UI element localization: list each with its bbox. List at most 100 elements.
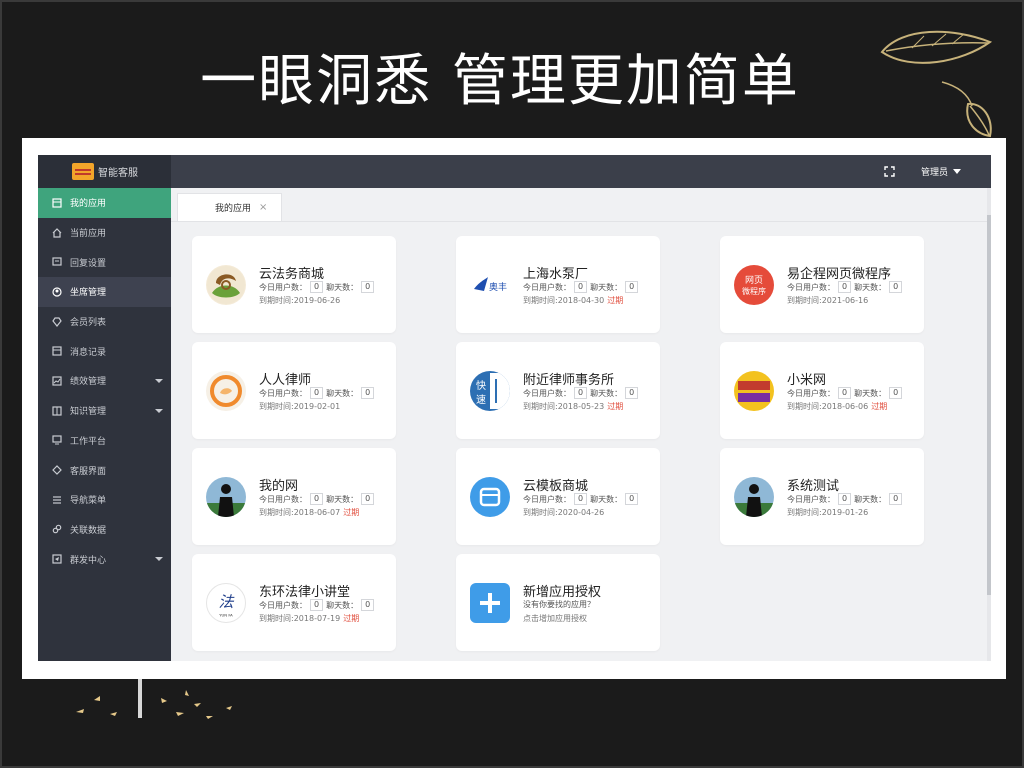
users-today-label: 今日用户数： <box>523 388 571 398</box>
app-expiry: 到期时间: 2019-06-26 <box>259 295 340 306</box>
chat-days-label: 聊天数： <box>326 282 359 292</box>
sidebar-item-seat-management[interactable]: 坐席管理 <box>38 277 171 307</box>
sidebar-item-my-apps[interactable]: 我的应用 <box>38 188 171 218</box>
expired-badge: 过期 <box>343 614 360 623</box>
grid-icon <box>51 197 62 208</box>
sidebar-item-knowledge[interactable]: 知识管理 <box>38 396 171 426</box>
app-card[interactable]: 小米网 今日用户数： 0 聊天数： 0 到期时间: 2018-06-06 过期 <box>720 342 924 439</box>
book-icon <box>51 405 62 416</box>
sidebar-item-reply-settings[interactable]: 回复设置 <box>38 247 171 277</box>
sidebar-item-label: 绩效管理 <box>70 377 107 388</box>
app-card[interactable]: 系统测试 今日用户数： 0 聊天数： 0 到期时间: 2019-01-26 <box>720 448 924 545</box>
app-card[interactable]: 奥丰 上海水泵厂 今日用户数： 0 聊天数： 0 到期时间: 2018-04-30 过期 <box>456 236 660 333</box>
expiry-date: 2019-02-01 <box>293 402 341 411</box>
app-card[interactable]: 法 YUN FA 东环法律小讲堂 今日用户数： 0 聊天数： 0 到期时间: 2018-… <box>192 554 396 651</box>
expired-badge: 过期 <box>607 296 624 305</box>
fawu-logo-icon <box>206 265 246 305</box>
chat-days-label: 聊天数： <box>590 494 623 504</box>
chat-days-value: 0 <box>361 387 375 399</box>
app-card[interactable]: 人人律师 今日用户数： 0 聊天数： 0 到期时间: 2019-02-01 <box>192 342 396 439</box>
aofeng-logo-icon: 奥丰 <box>470 265 510 305</box>
sidebar-item-label: 群发中心 <box>70 555 107 566</box>
add-app-link[interactable]: 点击增加应用授权 <box>523 613 587 624</box>
svg-text:网页: 网页 <box>745 275 763 286</box>
app-name: 东环法律小讲堂 <box>259 585 351 600</box>
sidebar-item-label: 客服界面 <box>70 466 107 477</box>
users-today-value: 0 <box>310 493 324 505</box>
chat-days-label: 聊天数： <box>326 600 359 610</box>
sidebar-item-related-data[interactable]: 关联数据 <box>38 515 171 545</box>
users-today-label: 今日用户数： <box>259 282 307 292</box>
app-card[interactable]: 云法务商城 今日用户数： 0 聊天数： 0 到期时间: 2019-06-26 <box>192 236 396 333</box>
monitor-icon <box>51 435 62 446</box>
sidebar-item-nav-menu[interactable]: 导航菜单 <box>38 485 171 515</box>
sidebar-item-label: 知识管理 <box>70 407 107 418</box>
sidebar-item-service-ui[interactable]: 客服界面 <box>38 455 171 485</box>
app-name: 云模板商城 <box>523 479 589 494</box>
app-stats: 今日用户数： 0 聊天数： 0 <box>523 493 641 505</box>
expiry-label: 到期时间: <box>259 296 294 305</box>
users-today-label: 今日用户数： <box>259 600 307 610</box>
app-window: 智能客服 我的应用 当前应用 回复设置 坐席管理 会员列表 消息记录 绩效管理 … <box>38 155 991 661</box>
chart-icon <box>51 375 62 386</box>
user-menu[interactable]: 管理员 <box>921 165 961 178</box>
chat-days-value: 0 <box>625 387 639 399</box>
yunfa-logo-icon: 法 YUN FA <box>206 583 246 623</box>
app-expiry: 到期时间: 2018-05-23 过期 <box>523 401 623 412</box>
sidebar-item-performance[interactable]: 绩效管理 <box>38 366 171 396</box>
sidebar-item-current-app[interactable]: 当前应用 <box>38 218 171 248</box>
headline: 一眼洞悉 管理更加简单 <box>200 49 800 114</box>
sidebar-item-label: 消息记录 <box>70 347 107 358</box>
leaf-decoration-icon <box>880 30 993 138</box>
fullscreen-icon[interactable] <box>884 166 895 177</box>
expiry-date: 2018-06-06 <box>821 402 869 411</box>
dandelion-decoration-icon <box>76 678 232 719</box>
users-today-label: 今日用户数： <box>787 494 835 504</box>
users-today-value: 0 <box>838 281 852 293</box>
expiry-label: 到期时间: <box>523 402 558 411</box>
expired-badge: 过期 <box>871 402 888 411</box>
brand-name: 智能客服 <box>98 168 138 179</box>
app-stats: 今日用户数： 0 聊天数： 0 <box>523 281 641 293</box>
sidebar-item-member-list[interactable]: 会员列表 <box>38 307 171 337</box>
message-icon <box>51 257 62 268</box>
chevron-down-icon <box>155 379 163 384</box>
close-icon[interactable]: × <box>259 202 267 213</box>
svg-text:奥丰: 奥丰 <box>489 281 507 293</box>
app-card[interactable]: 云模板商城 今日用户数： 0 聊天数： 0 到期时间: 2020-04-26 <box>456 448 660 545</box>
app-card[interactable]: 我的网 今日用户数： 0 聊天数： 0 到期时间: 2018-06-07 过期 <box>192 448 396 545</box>
chat-days-value: 0 <box>889 493 903 505</box>
app-card[interactable]: 网页 微程序 易企程网页微程序 今日用户数： 0 聊天数： 0 到期时间: 2021-0… <box>720 236 924 333</box>
chat-days-label: 聊天数： <box>854 494 887 504</box>
add-app-card[interactable]: 新增应用授权 没有你要找的应用？ 点击增加应用授权 <box>456 554 660 651</box>
sidebar-item-label: 回复设置 <box>70 258 107 269</box>
users-today-value: 0 <box>310 281 324 293</box>
app-name: 人人律师 <box>259 373 312 388</box>
app-stats: 今日用户数： 0 聊天数： 0 <box>787 281 905 293</box>
scrollbar-thumb[interactable] <box>987 215 991 595</box>
svg-text:法: 法 <box>218 593 235 611</box>
plus-icon <box>470 583 510 623</box>
sidebar-item-message-log[interactable]: 消息记录 <box>38 336 171 366</box>
users-today-label: 今日用户数： <box>523 494 571 504</box>
app-stats: 今日用户数： 0 聊天数： 0 <box>787 387 905 399</box>
template-icon <box>470 477 510 517</box>
svg-text:速: 速 <box>476 394 486 406</box>
app-card[interactable]: 快速 附近律师事务所 今日用户数： 0 聊天数： 0 到期时间: 2018-05-23… <box>456 342 660 439</box>
app-expiry: 到期时间: 2019-01-26 <box>787 507 868 518</box>
app-expiry: 到期时间: 2019-02-01 <box>259 401 340 412</box>
sidebar-item-label: 我的应用 <box>70 199 107 210</box>
brand-logo-icon <box>72 163 94 180</box>
sidebar-item-workbench[interactable]: 工作平台 <box>38 426 171 456</box>
app-expiry: 到期时间: 2018-04-30 过期 <box>523 295 623 306</box>
web-miniprogram-icon: 网页 微程序 <box>734 265 774 305</box>
sidebar-item-broadcast[interactable]: 群发中心 <box>38 544 171 574</box>
svg-text:快: 快 <box>476 380 486 392</box>
chat-icon <box>51 465 62 476</box>
sidebar-item-label: 坐席管理 <box>70 288 107 299</box>
users-today-label: 今日用户数： <box>523 282 571 292</box>
expiry-label: 到期时间: <box>523 296 558 305</box>
expiry-label: 到期时间: <box>787 296 822 305</box>
tab-my-apps[interactable]: 我的应用 × <box>177 193 282 221</box>
expiry-label: 到期时间: <box>787 402 822 411</box>
